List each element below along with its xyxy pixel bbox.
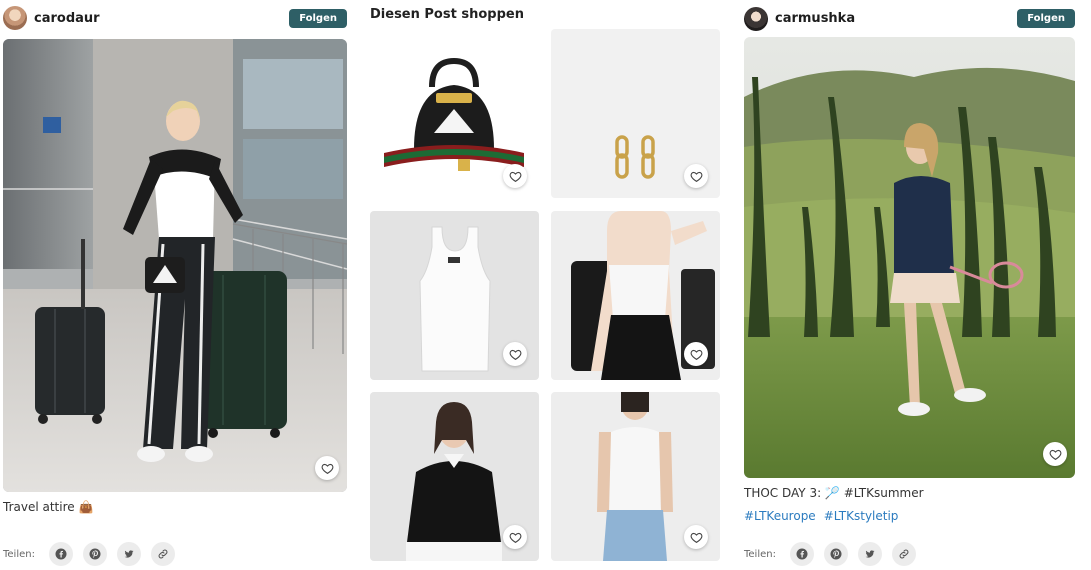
heart-icon[interactable] [315,456,339,480]
heart-icon[interactable] [684,164,708,188]
post-image[interactable] [744,37,1075,478]
follow-button[interactable]: Folgen [1017,9,1075,28]
heart-icon[interactable] [503,342,527,366]
follow-button[interactable]: Folgen [289,8,347,28]
twitter-icon[interactable] [116,542,141,566]
link-icon[interactable] [150,542,175,566]
heart-icon[interactable] [684,525,708,549]
hashtags: #LTKeurope #LTKstyletip [744,509,1075,523]
pinterest-icon[interactable] [82,542,107,566]
badminton-photo [744,37,1075,478]
shop-panel: Diesen Post shoppen [370,0,720,570]
travel-photo [3,39,347,492]
hashtag-link[interactable]: #LTKeurope [744,509,816,523]
product-bag[interactable] [370,29,539,198]
product-sweater[interactable] [370,392,539,561]
avatar[interactable] [744,6,768,31]
author[interactable]: carodaur [3,6,100,30]
share-row: Teilen: [744,542,916,566]
facebook-icon[interactable] [48,542,73,566]
avatar[interactable] [3,6,27,30]
username[interactable]: carodaur [34,11,100,26]
product-earrings[interactable] [551,29,720,198]
caption-text: Travel attire [3,500,75,514]
heart-icon[interactable] [503,164,527,188]
right-post: carmushka Folgen THOC DAY 3: 🏸 #LTKsumme… [744,0,1075,570]
post-image[interactable] [3,39,347,492]
post-header: carodaur Folgen [3,0,347,36]
post-header: carmushka Folgen [744,0,1075,37]
facebook-icon[interactable] [789,542,814,566]
left-post: carodaur Folgen Travel attire 👜 Teilen: [3,0,347,566]
link-icon[interactable] [891,542,916,566]
heart-icon[interactable] [684,342,708,366]
bag-emoji: 👜 [78,500,94,514]
product-tank-top[interactable] [370,211,539,380]
pinterest-icon[interactable] [823,542,848,566]
product-white-tank[interactable] [551,392,720,561]
share-label: Teilen: [744,548,776,560]
heart-icon[interactable] [1043,442,1067,466]
hashtag-link[interactable]: #LTKstyletip [824,509,899,523]
twitter-icon[interactable] [857,542,882,566]
share-label: Teilen: [3,548,35,560]
post-caption: Travel attire 👜 [3,500,347,514]
product-model-tank[interactable] [551,211,720,380]
post-caption: THOC DAY 3: 🏸 #LTKsummer [744,486,924,500]
author[interactable]: carmushka [744,6,855,31]
share-row: Teilen: [3,542,175,566]
username[interactable]: carmushka [775,11,855,26]
shop-title: Diesen Post shoppen [370,7,524,22]
heart-icon[interactable] [503,525,527,549]
